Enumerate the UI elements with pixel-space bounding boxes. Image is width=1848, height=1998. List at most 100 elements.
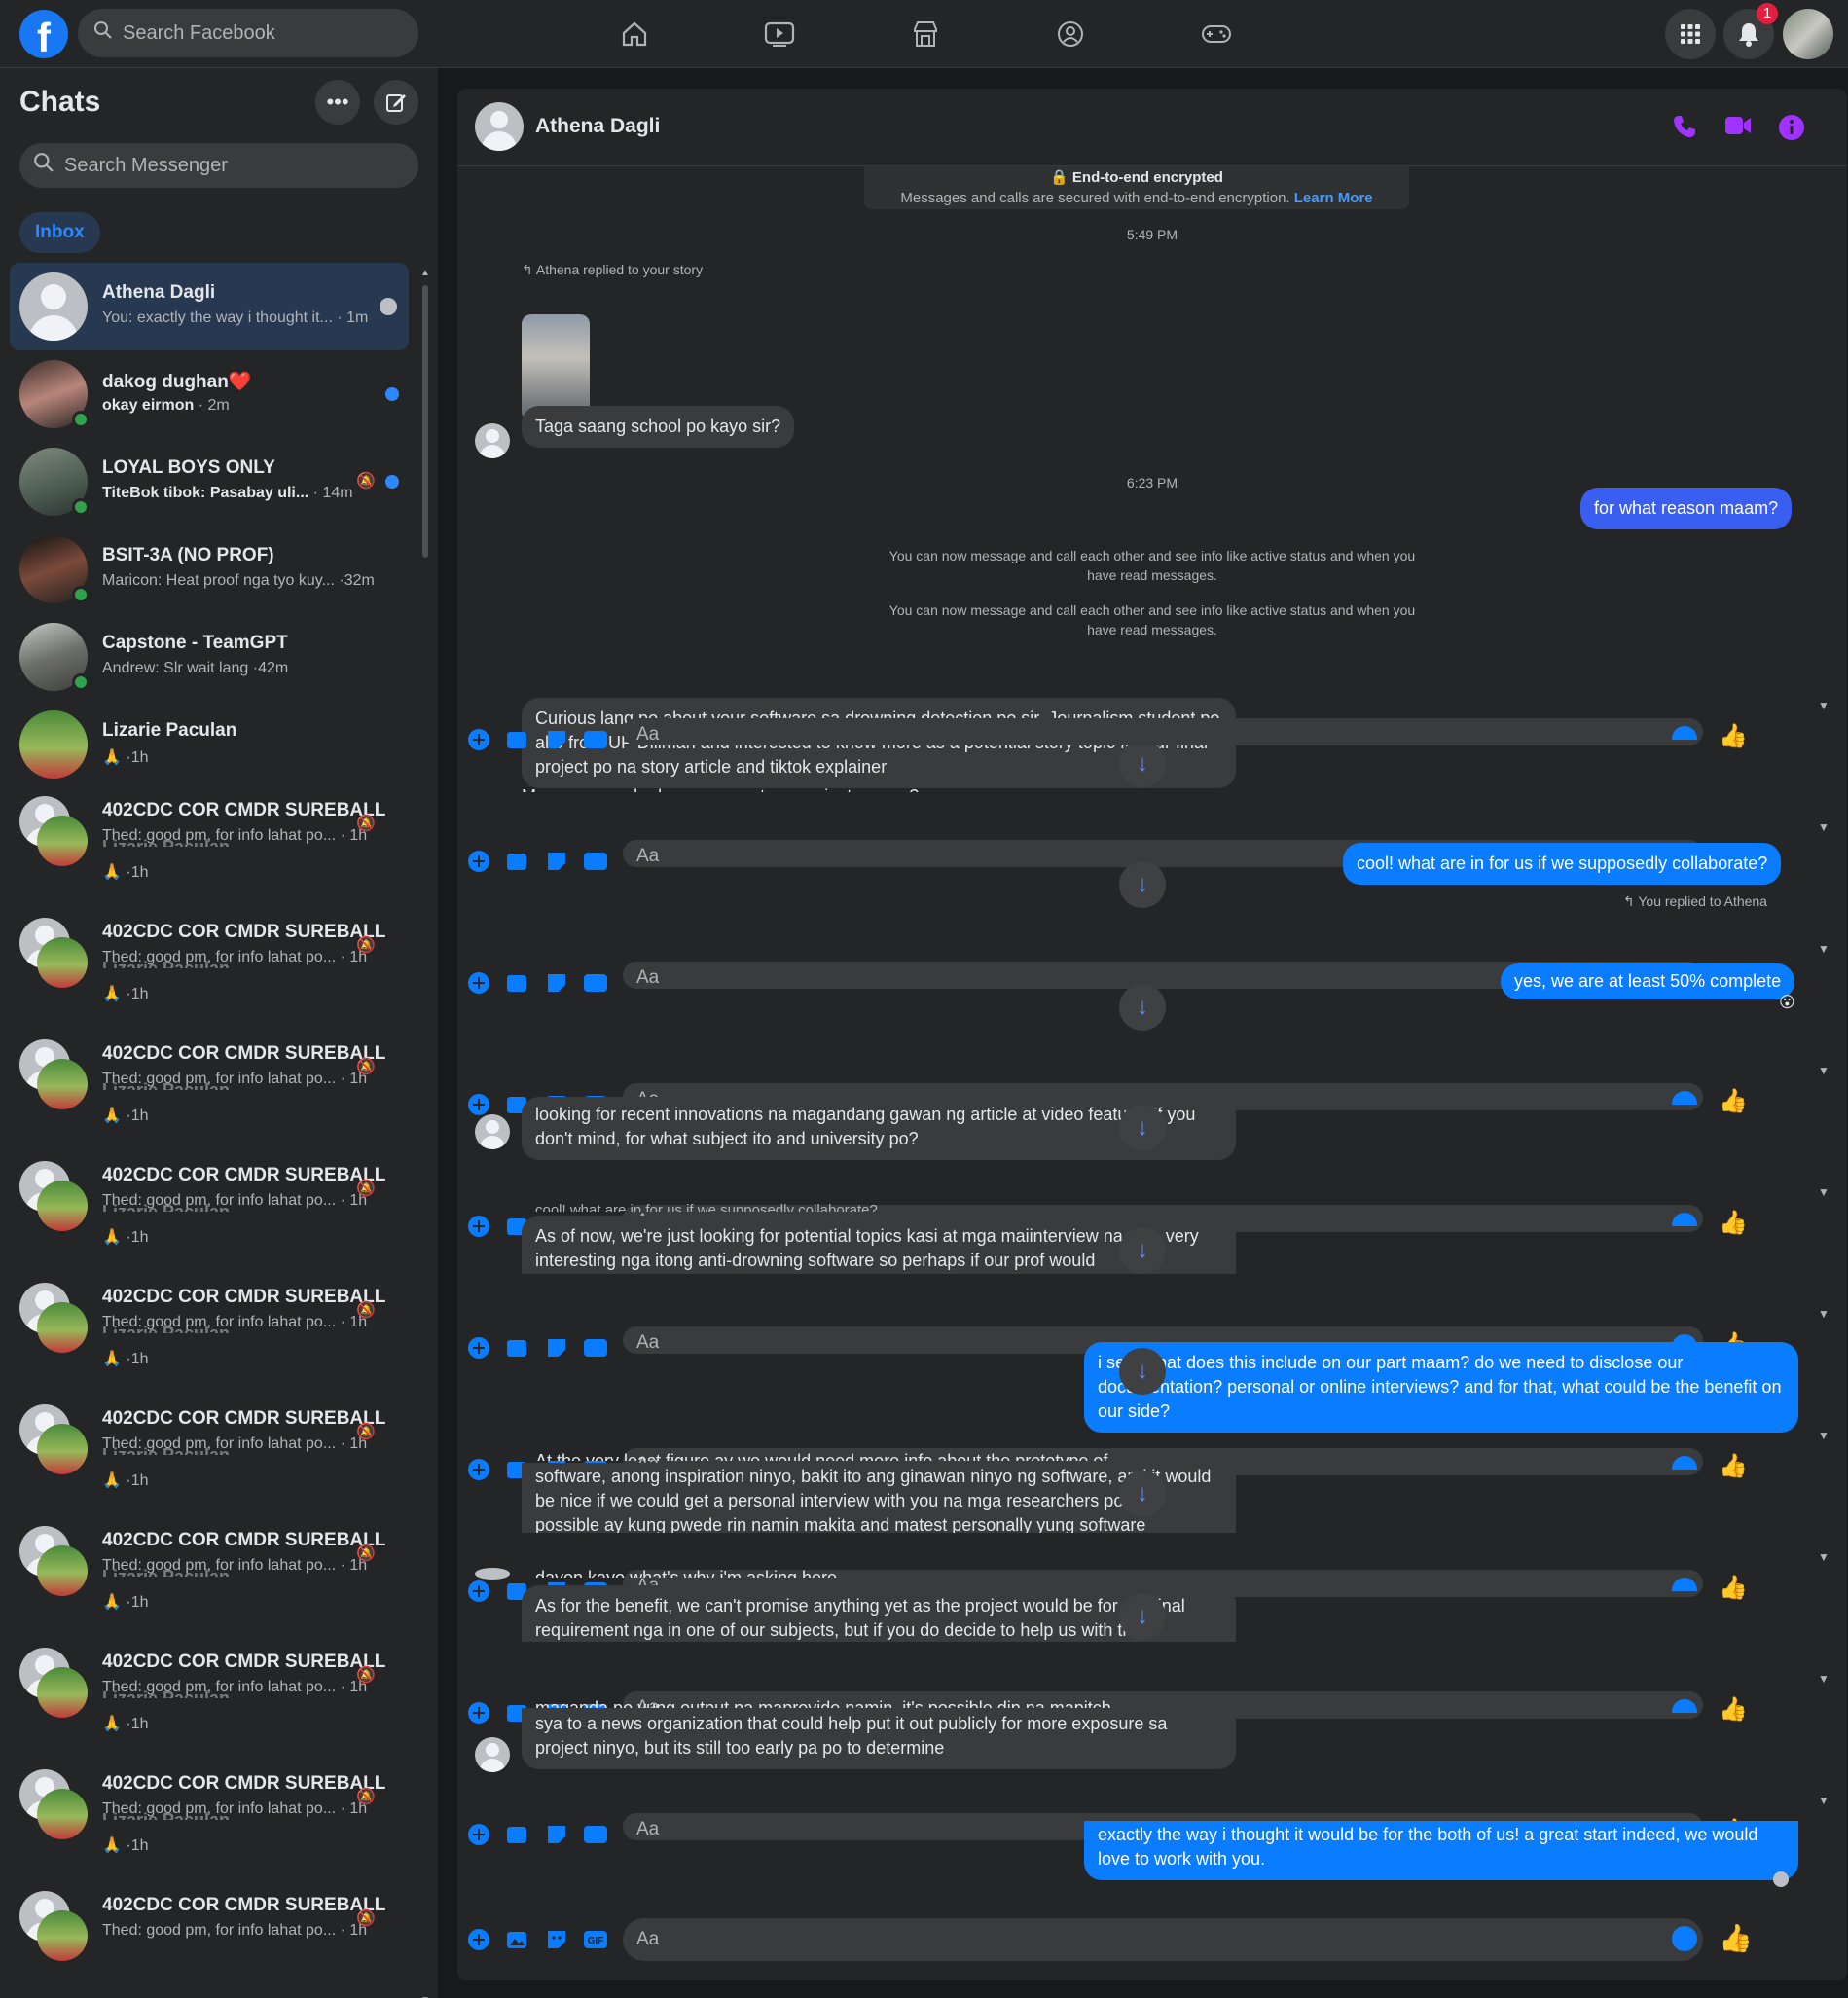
like-icon[interactable]: 👍 <box>1719 1922 1753 1954</box>
like-icon[interactable]: 👍 <box>1719 722 1748 750</box>
like-icon[interactable]: 👍 <box>1719 1574 1748 1602</box>
photo-icon[interactable] <box>504 726 531 753</box>
gif-icon[interactable] <box>582 1821 609 1848</box>
like-icon[interactable]: 👍 <box>1719 1695 1748 1724</box>
sticker-icon[interactable] <box>543 969 570 997</box>
chat-item-402cdc-sureball[interactable]: 402CDC COR CMDR SUREBALL Thed: good pm, f… <box>10 1397 409 1518</box>
emoji-icon[interactable] <box>1672 1926 1697 1951</box>
new-message-button[interactable] <box>374 80 418 125</box>
chat-item-402cdc-sureball[interactable]: 402CDC COR CMDR SUREBALL Thed: good pm, f… <box>10 788 409 910</box>
scroll-down-icon[interactable]: ↓ <box>1119 1105 1166 1151</box>
plus-icon[interactable] <box>465 1578 492 1605</box>
scroll-down-arrow[interactable]: ▼ <box>1818 1672 1831 1686</box>
chat-item-capstone-teamgpt[interactable]: Capstone - TeamGPT Andrew: Slr wait lang… <box>10 613 409 701</box>
notifications-button[interactable]: 1 <box>1723 3 1778 59</box>
chat-item-402cdc-sureball[interactable]: 402CDC COR CMDR SUREBALL Thed: good pm, f… <box>10 1518 409 1640</box>
chat-item-bsit-3a[interactable]: BSIT-3A (NO PROF) Maricon: Heat proof ng… <box>10 526 409 613</box>
scroll-down-icon[interactable]: ↓ <box>1119 861 1166 908</box>
conversation-title[interactable]: Athena Dagli <box>535 115 660 138</box>
avatar[interactable] <box>475 102 524 151</box>
plus-icon[interactable] <box>465 1699 492 1726</box>
chat-options-button[interactable]: ••• <box>315 80 360 125</box>
message-bubble-outgoing[interactable]: cool! what are in for us if we supposedl… <box>1343 843 1782 885</box>
sticker-icon[interactable] <box>543 1334 570 1362</box>
gif-icon[interactable] <box>582 726 609 753</box>
scroll-down-icon[interactable]: ↓ <box>1119 1593 1166 1640</box>
message-input[interactable]: Aa <box>623 1918 1703 1961</box>
chat-item-402cdc-sureball[interactable]: 402CDC COR CMDR SUREBALL Thed: good pm, f… <box>10 1153 409 1275</box>
photo-icon[interactable] <box>504 1334 531 1362</box>
scroll-down-arrow[interactable]: ▼ <box>1818 1794 1831 1807</box>
message-bubble-outgoing[interactable]: for what reason maam? <box>1580 488 1793 529</box>
scroll-down-icon[interactable]: ↓ <box>1119 1471 1166 1517</box>
messenger-search-input[interactable]: Search Messenger <box>19 143 418 188</box>
reaction-emoji[interactable]: 😮 <box>1779 993 1795 1012</box>
chat-item-lizarie-paculan[interactable]: Lizarie Paculan 🙏 ·1h <box>10 701 409 788</box>
scroll-down-arrow[interactable]: ▼ <box>1818 699 1831 712</box>
facebook-logo[interactable]: f <box>19 10 68 58</box>
chat-item-402cdc-sureball[interactable]: 402CDC COR CMDR SUREBALL Thed: good pm, f… <box>10 1275 409 1397</box>
plus-icon[interactable] <box>465 726 492 753</box>
gif-icon[interactable]: GIF <box>582 1926 609 1953</box>
scroll-down-icon[interactable]: ↓ <box>1119 1348 1166 1395</box>
message-bubble-outgoing[interactable]: exactly the way i thought it would be fo… <box>1084 1821 1798 1880</box>
info-icon[interactable] <box>1778 114 1805 148</box>
sidebar-scroll-thumb[interactable] <box>422 285 428 558</box>
chat-item-402cdc-sureball[interactable]: 402CDC COR CMDR SUREBALL Thed: good pm, f… <box>10 1640 409 1762</box>
chat-item-402cdc-sureball[interactable]: 402CDC COR CMDR SUREBALL Thed: good pm, f… <box>10 1032 409 1153</box>
profile-avatar[interactable] <box>1783 9 1833 59</box>
sidebar-scrollbar[interactable]: ▲ ▼ <box>420 268 430 1998</box>
plus-icon[interactable] <box>465 1926 492 1953</box>
scroll-down-arrow[interactable]: ▼ <box>1818 1307 1831 1321</box>
message-bubble-outgoing[interactable]: yes, we are at least 50% complete <box>1501 963 1795 999</box>
learn-more-link[interactable]: Learn More <box>1294 190 1373 206</box>
groups-icon[interactable] <box>1049 15 1092 54</box>
menu-grid-button[interactable] <box>1665 9 1716 59</box>
sticker-icon[interactable] <box>543 848 570 875</box>
sticker-icon[interactable] <box>543 1926 570 1953</box>
plus-icon[interactable] <box>465 1456 492 1483</box>
like-icon[interactable]: 👍 <box>1719 1087 1748 1115</box>
message-bubble-outgoing[interactable]: i see, what does this include on our par… <box>1084 1342 1798 1433</box>
scroll-down-icon[interactable]: ↓ <box>1119 1227 1166 1274</box>
chat-item-402cdc-sureball[interactable]: 402CDC COR CMDR SUREBALL Thed: good pm, f… <box>10 1762 409 1883</box>
photo-icon[interactable] <box>504 969 531 997</box>
photo-icon[interactable] <box>504 1926 531 1953</box>
plus-icon[interactable] <box>465 1334 492 1362</box>
photo-icon[interactable] <box>504 848 531 875</box>
marketplace-icon[interactable] <box>904 15 947 54</box>
gif-icon[interactable] <box>582 848 609 875</box>
scroll-down-arrow[interactable]: ▼ <box>1818 942 1831 956</box>
gif-icon[interactable] <box>582 969 609 997</box>
chat-item-athena-dagli[interactable]: Athena Dagli You: exactly the way i thou… <box>10 263 409 350</box>
scroll-down-arrow[interactable]: ▼ <box>1818 1429 1831 1442</box>
home-icon[interactable] <box>613 15 656 54</box>
like-icon[interactable]: 👍 <box>1719 1452 1748 1480</box>
gaming-icon[interactable] <box>1195 15 1238 54</box>
message-input[interactable]: Aa <box>623 718 1703 745</box>
like-icon[interactable]: 👍 <box>1719 1209 1748 1237</box>
sticker-icon[interactable] <box>543 1821 570 1848</box>
scroll-down-icon[interactable]: ↓ <box>1119 984 1166 1031</box>
plus-icon[interactable] <box>465 1213 492 1240</box>
message-bubble-incoming[interactable]: Taga saang school po kayo sir? <box>522 406 795 448</box>
phone-call-icon[interactable] <box>1672 114 1697 146</box>
chat-item-402cdc-sureball[interactable]: 402CDC COR CMDR SUREBALL Thed: good pm, f… <box>10 910 409 1032</box>
sticker-icon[interactable] <box>543 726 570 753</box>
chat-item-loyal-boys-only[interactable]: LOYAL BOYS ONLY TiteBok tibok: Pasabay u… <box>10 438 409 526</box>
inbox-filter-tab[interactable]: Inbox <box>19 212 100 253</box>
message-bubble-incoming[interactable]: sya to a news organization that could he… <box>522 1708 1236 1769</box>
plus-icon[interactable] <box>465 969 492 997</box>
scroll-down-arrow[interactable]: ▼ <box>1818 1064 1831 1077</box>
scroll-down-arrow[interactable]: ▼ <box>1818 1185 1831 1199</box>
scroll-down-arrow[interactable]: ▼ <box>1818 1550 1831 1564</box>
video-call-icon[interactable] <box>1724 114 1752 144</box>
plus-icon[interactable] <box>465 848 492 875</box>
plus-icon[interactable] <box>465 1821 492 1848</box>
chat-item-402cdc-sureball[interactable]: 402CDC COR CMDR SUREBALL Thed: good pm, f… <box>10 1883 409 1998</box>
gif-icon[interactable] <box>582 1334 609 1362</box>
scroll-down-arrow[interactable]: ▼ <box>1818 820 1831 834</box>
watch-icon[interactable] <box>758 15 801 54</box>
photo-icon[interactable] <box>504 1821 531 1848</box>
facebook-search-input[interactable]: Search Facebook <box>78 9 418 57</box>
